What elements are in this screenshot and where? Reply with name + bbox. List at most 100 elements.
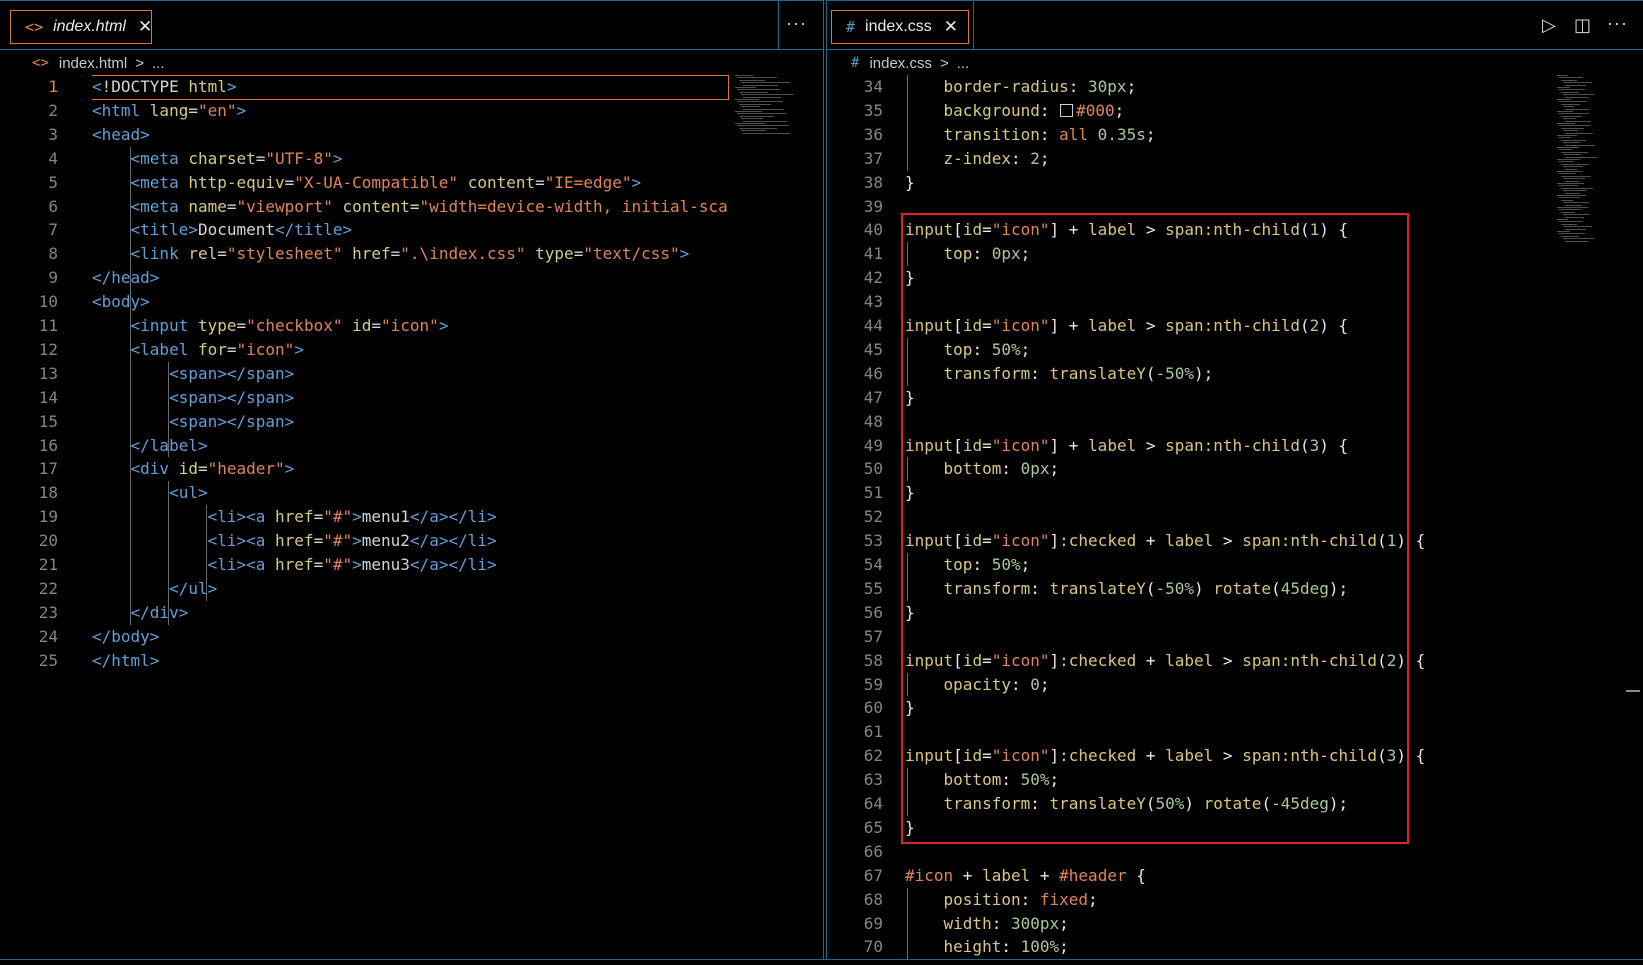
- minimap-line: [735, 99, 759, 100]
- breadcrumb-file[interactable]: index.html: [59, 55, 127, 72]
- code-token: id: [352, 316, 372, 335]
- code-line[interactable]: 2 <html lang="en">: [0, 99, 823, 122]
- run-icon[interactable]: ▷: [1542, 15, 1556, 36]
- html-file-icon: <>: [25, 18, 44, 36]
- code-line[interactable]: 9 </head>: [0, 266, 823, 289]
- code-token: </head>: [92, 268, 160, 288]
- line-number: 62: [863, 746, 883, 766]
- close-icon[interactable]: ✕: [138, 17, 152, 37]
- css-minimap[interactable]: [1557, 75, 1629, 245]
- code-token: <meta: [130, 172, 189, 192]
- minimap-line: [1561, 235, 1579, 237]
- code-line[interactable]: 12 <label for="icon">: [0, 338, 823, 361]
- code-line[interactable]: 34 border-radius: 30px;: [827, 75, 1643, 98]
- minimap-line: [737, 101, 784, 103]
- code-line[interactable]: 21 <li><a href="#">menu3</a></li>: [0, 553, 823, 576]
- line-number: 8: [48, 244, 58, 264]
- code-line[interactable]: 4 <meta charset="UTF-8">: [0, 147, 823, 170]
- code-line[interactable]: 15 <span></span>: [0, 410, 823, 433]
- more-actions-icon[interactable]: ···: [1607, 13, 1628, 34]
- code-line[interactable]: 13 <span></span>: [0, 362, 823, 385]
- code-line[interactable]: 67 #icon + label + #header {: [827, 864, 1643, 887]
- code-line[interactable]: 14 <span></span>: [0, 386, 823, 409]
- code-line[interactable]: 68 position: fixed;: [827, 888, 1643, 911]
- close-icon[interactable]: ✕: [944, 17, 958, 37]
- code-line[interactable]: 36 transition: all 0.35s;: [827, 123, 1643, 146]
- code-line[interactable]: 3 <head>: [0, 123, 823, 146]
- html-minimap[interactable]: [735, 75, 807, 135]
- code-line[interactable]: 24 </body>: [0, 625, 823, 648]
- code-line[interactable]: 20 <li><a href="#">menu2</a></li>: [0, 529, 823, 552]
- code-line[interactable]: 69 width: 300px;: [827, 912, 1643, 935]
- code-line[interactable]: 38}: [827, 171, 1643, 194]
- scrollbar-thumb[interactable]: [1626, 690, 1640, 692]
- code-token: menu1: [361, 507, 410, 527]
- chevron-right-icon: >: [135, 54, 144, 72]
- code-token: "X-UA-Compatible": [294, 172, 459, 192]
- code-token: <title>: [130, 220, 198, 240]
- current-line-highlight: [92, 75, 729, 100]
- code-text: </div>: [92, 601, 189, 624]
- code-token: ;: [1039, 148, 1050, 168]
- code-token: 100%: [1020, 937, 1060, 957]
- code-line[interactable]: 18 <ul>: [0, 481, 823, 504]
- minimap-line: [741, 82, 790, 84]
- line-number: 20: [38, 531, 58, 551]
- code-token: rel: [188, 244, 218, 264]
- breadcrumb-file[interactable]: index.css: [869, 55, 932, 72]
- indent-guide: [130, 146, 131, 625]
- minimap-line: [1561, 91, 1579, 93]
- code-token: :: [1068, 77, 1089, 96]
- code-token: type: [197, 316, 237, 335]
- code-line[interactable]: 19 <li><a href="#">menu1</a></li>: [0, 505, 823, 528]
- line-number: 67: [863, 865, 883, 885]
- code-token: ;: [1126, 77, 1137, 96]
- breadcrumb-more[interactable]: ...: [152, 55, 165, 72]
- code-line[interactable]: 8 <link rel="stylesheet" href=".\index.c…: [0, 242, 823, 265]
- line-number: 25: [38, 650, 58, 670]
- split-editor-icon[interactable]: ◫: [1574, 15, 1591, 36]
- code-line[interactable]: 16 </label>: [0, 434, 823, 457]
- code-token: >: [438, 316, 449, 335]
- code-line[interactable]: 10 <body>: [0, 290, 823, 313]
- line-number: 60: [863, 698, 883, 718]
- code-line[interactable]: 70 height: 100%;: [827, 935, 1643, 958]
- code-line[interactable]: 5 <meta http-equiv="X-UA-Compatible" con…: [0, 171, 823, 194]
- minimap-line: [1563, 190, 1587, 192]
- code-line[interactable]: 25 </html>: [0, 649, 823, 672]
- code-text: height: 100%;: [905, 935, 1069, 958]
- code-line[interactable]: 6 <meta name="viewport" content="width=d…: [0, 195, 823, 218]
- breadcrumb-more[interactable]: ...: [957, 55, 970, 72]
- code-token: </a></li>: [409, 555, 497, 574]
- code-token: </title>: [275, 220, 353, 240]
- code-token: http-equiv: [188, 172, 285, 192]
- code-token: >: [236, 100, 247, 120]
- css-code-editor[interactable]: 34 border-radius: 30px; 35 background: #0…: [827, 75, 1643, 965]
- code-text: <span></span>: [92, 386, 294, 409]
- code-token: "en": [197, 100, 237, 120]
- code-line[interactable]: 7 <title>Document</title>: [0, 218, 823, 241]
- line-number: 17: [38, 459, 58, 479]
- code-token: </label>: [130, 435, 208, 455]
- minimap-line: [1559, 209, 1582, 211]
- code-token: =: [409, 196, 420, 216]
- tab-index-html[interactable]: <> index.html ✕: [10, 10, 152, 44]
- color-swatch[interactable]: [1060, 103, 1074, 117]
- code-line[interactable]: 17 <div id="header">: [0, 457, 823, 480]
- code-line[interactable]: 37 z-index: 2;: [827, 147, 1643, 170]
- code-line[interactable]: 22 </ul>: [0, 577, 823, 600]
- minimap-line: [1565, 84, 1586, 86]
- more-actions-icon[interactable]: ···: [786, 13, 807, 34]
- code-text: border-radius: 30px;: [905, 75, 1137, 98]
- html-code-editor[interactable]: 1 <!DOCTYPE html> 2 <html lang="en"> 3 <head>…: [0, 75, 823, 965]
- tab-index-css[interactable]: # index.css ✕: [831, 10, 969, 44]
- code-line[interactable]: 23 </div>: [0, 601, 823, 624]
- code-line[interactable]: 11 <input type="checkbox" id="icon">: [0, 314, 823, 337]
- minimap-line: [1565, 120, 1592, 122]
- tab-divider: [973, 1, 974, 49]
- code-line[interactable]: 35 background: #000;: [827, 99, 1643, 122]
- code-token: 30px: [1088, 77, 1127, 96]
